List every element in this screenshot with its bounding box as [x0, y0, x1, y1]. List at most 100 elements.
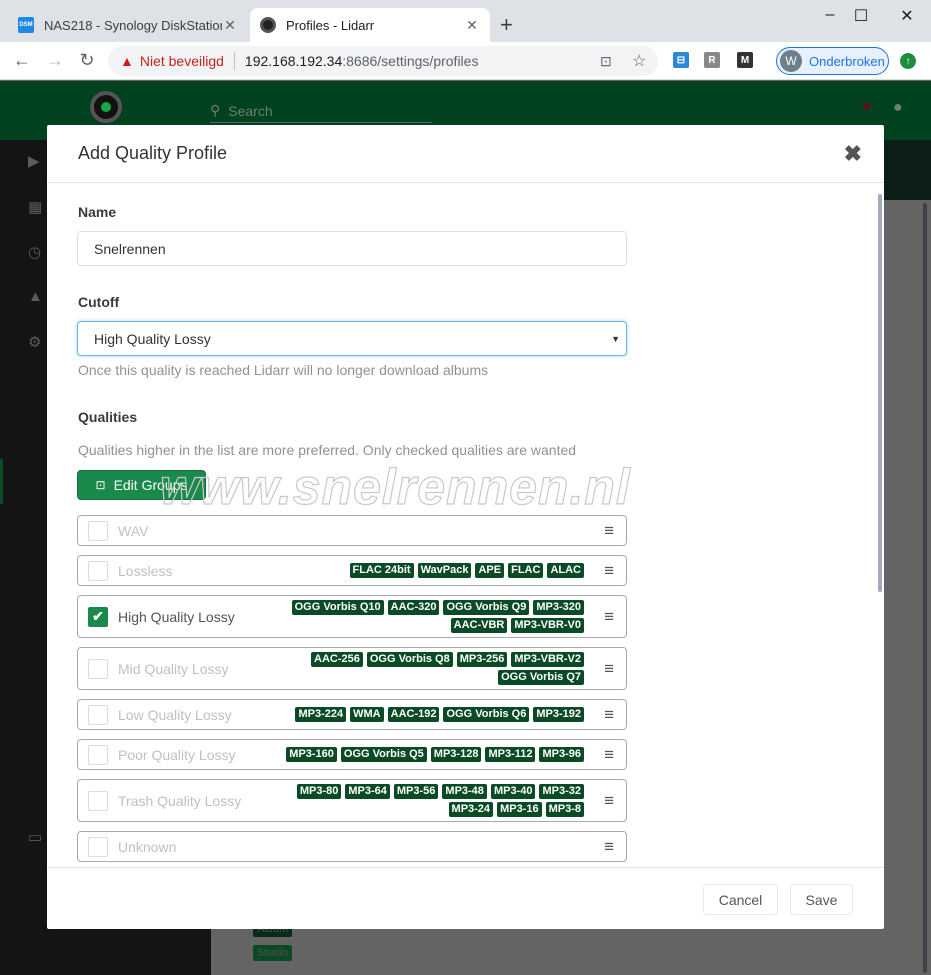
drag-handle-icon[interactable]: ≡	[604, 705, 614, 725]
tab-lidarr[interactable]: Profiles - Lidarr ✕	[250, 8, 490, 42]
quality-checkbox[interactable]: ✔	[88, 606, 108, 627]
quality-name: Trash Quality Lossy	[118, 792, 242, 809]
system-icon[interactable]: ▭	[28, 828, 42, 846]
quality-tag: FLAC	[508, 563, 544, 578]
background-tag: Studio	[253, 945, 293, 961]
play-icon[interactable]: ▶	[28, 152, 40, 170]
quality-tag: WMA	[350, 707, 384, 722]
address-bar[interactable]: ▲ Niet beveiligd 192.168.192.34:8686/set…	[108, 46, 658, 76]
reload-button[interactable]: ↻	[75, 50, 99, 71]
quality-tag-line: OGG Vorbis Q7	[498, 670, 584, 685]
quality-checkbox[interactable]	[88, 520, 108, 541]
close-icon[interactable]: ✖	[844, 141, 862, 167]
security-status[interactable]: Niet beveiligd	[140, 53, 224, 69]
edit-groups-label: Edit Groups	[113, 477, 188, 493]
quality-tag: AAC-256	[311, 652, 363, 667]
quality-tag-line: FLAC 24bit WavPack APE FLAC ALAC	[349, 563, 584, 578]
settings-icon[interactable]: ⚙	[28, 333, 41, 351]
quality-row[interactable]: Trash Quality Lossy MP3-80 MP3-64 MP3-56 MP3…	[77, 779, 627, 822]
url-text[interactable]: 192.168.192.34:8686/settings/profiles	[245, 53, 479, 69]
quality-tag: MP3-VBR-V2	[511, 652, 584, 667]
quality-tag: MP3-8	[545, 802, 584, 817]
quality-name: WAV	[118, 522, 149, 539]
quality-tags: AAC-256 OGG Vorbis Q8 MP3-256 MP3-VBR-V2 OGG…	[311, 648, 584, 689]
page-scrollbar[interactable]	[923, 203, 927, 973]
quality-row[interactable]: ✔ High Quality Lossy OGG Vorbis Q10 AAC-320…	[77, 595, 627, 638]
edit-groups-button[interactable]: ⊡ Edit Groups	[77, 470, 206, 500]
drag-handle-icon[interactable]: ≡	[604, 521, 614, 541]
forward-button[interactable]: →	[43, 50, 67, 71]
quality-row[interactable]: Low Quality Lossy MP3-224 WMA AAC-192 OGG Vo…	[77, 699, 627, 730]
user-icon[interactable]: ●	[893, 99, 903, 117]
back-button[interactable]: ←	[10, 50, 34, 71]
quality-row[interactable]: Lossless FLAC 24bit WavPack APE FLAC ALAC ≡	[77, 555, 627, 586]
quality-tags: FLAC 24bit WavPack APE FLAC ALAC	[349, 556, 584, 585]
quality-tag: AAC-VBR	[450, 618, 508, 633]
maximize-button[interactable]: ☐	[846, 6, 876, 26]
quality-tag: MP3-224	[295, 707, 347, 722]
quality-row[interactable]: WAV ≡	[77, 515, 627, 546]
window-close-button[interactable]: ✕	[892, 6, 922, 26]
warning-icon[interactable]: ▲	[28, 288, 43, 305]
extension-reader-icon[interactable]: ⊟	[673, 52, 689, 68]
quality-tag-line: MP3-224 WMA AAC-192 OGG Vorbis Q6 MP3-192	[295, 707, 584, 722]
quality-tag: MP3-320	[533, 600, 584, 615]
tab-title: Profiles - Lidarr	[286, 17, 375, 33]
cancel-button[interactable]: Cancel	[703, 884, 778, 915]
quality-tags: MP3-80 MP3-64 MP3-56 MP3-48 MP3-40 MP3-32 MP3-…	[296, 780, 584, 821]
quality-tag-line: AAC-VBR MP3-VBR-V0	[450, 618, 584, 633]
quality-tag-line: MP3-24 MP3-16 MP3-8	[448, 802, 584, 817]
divider	[233, 52, 235, 70]
tab-synology[interactable]: DSM NAS218 - Synology DiskStation ✕	[8, 8, 248, 42]
minimize-button[interactable]: –	[815, 6, 845, 24]
drag-handle-icon[interactable]: ≡	[604, 659, 614, 679]
quality-tag: MP3-80	[296, 784, 342, 799]
cutoff-value: High Quality Lossy	[94, 330, 211, 347]
quality-checkbox[interactable]	[88, 744, 108, 765]
quality-name: Poor Quality Lossy	[118, 746, 236, 763]
quality-checkbox[interactable]	[88, 790, 108, 811]
tab-close-icon[interactable]: ✕	[222, 17, 238, 34]
donate-heart-icon[interactable]: ♥	[862, 99, 872, 117]
avatar: W	[780, 50, 802, 72]
modal-footer: Cancel Save	[47, 867, 884, 929]
quality-checkbox[interactable]	[88, 658, 108, 679]
save-button[interactable]: Save	[790, 884, 853, 915]
name-label: Name	[78, 204, 117, 220]
bookmark-star-icon[interactable]: ☆	[632, 51, 646, 71]
modal-scrollbar[interactable]	[878, 194, 882, 592]
search-input[interactable]: ⚲ Search	[210, 99, 432, 123]
quality-row[interactable]: Mid Quality Lossy AAC-256 OGG Vorbis Q8 MP3…	[77, 647, 627, 690]
tab-close-icon[interactable]: ✕	[464, 17, 480, 34]
quality-checkbox[interactable]	[88, 836, 108, 857]
sidebar-active-indicator	[0, 459, 3, 504]
quality-row[interactable]: Poor Quality Lossy MP3-160 OGG Vorbis Q5 MP…	[77, 739, 627, 770]
quality-row[interactable]: Unknown ≡	[77, 831, 627, 862]
extension-m-icon[interactable]: M	[737, 52, 753, 68]
drag-handle-icon[interactable]: ≡	[604, 561, 614, 581]
quality-checkbox[interactable]	[88, 560, 108, 581]
name-input[interactable]: Snelrennen	[77, 231, 627, 266]
drag-handle-icon[interactable]: ≡	[604, 837, 614, 857]
drag-handle-icon[interactable]: ≡	[604, 745, 614, 765]
quality-tag: OGG Vorbis Q5	[340, 747, 427, 762]
quality-tag: MP3-256	[456, 652, 508, 667]
new-tab-button[interactable]: +	[500, 12, 513, 38]
drag-handle-icon[interactable]: ≡	[604, 607, 614, 627]
quality-tags: MP3-224 WMA AAC-192 OGG Vorbis Q6 MP3-192	[295, 700, 584, 729]
quality-name: Unknown	[118, 838, 177, 855]
translate-icon[interactable]: ⊡	[600, 53, 612, 70]
quality-tag-line: MP3-80 MP3-64 MP3-56 MP3-48 MP3-40 MP3-32	[296, 784, 584, 799]
quality-tag: MP3-160	[286, 747, 337, 762]
extension-r-icon[interactable]: R	[704, 52, 720, 68]
lidarr-logo-icon[interactable]	[90, 91, 122, 123]
clock-icon[interactable]: ◷	[28, 243, 41, 261]
quality-tags: OGG Vorbis Q10 AAC-320 OGG Vorbis Q9 MP3-32…	[291, 596, 584, 637]
update-icon[interactable]: ↑	[900, 53, 916, 69]
quality-checkbox[interactable]	[88, 704, 108, 725]
calendar-icon[interactable]: ▦	[28, 198, 42, 216]
cutoff-select[interactable]: High Quality Lossy ▼	[77, 321, 627, 356]
profile-status: Onderbroken	[809, 53, 885, 69]
profile-button[interactable]: W Onderbroken	[776, 47, 889, 75]
drag-handle-icon[interactable]: ≡	[604, 791, 614, 811]
